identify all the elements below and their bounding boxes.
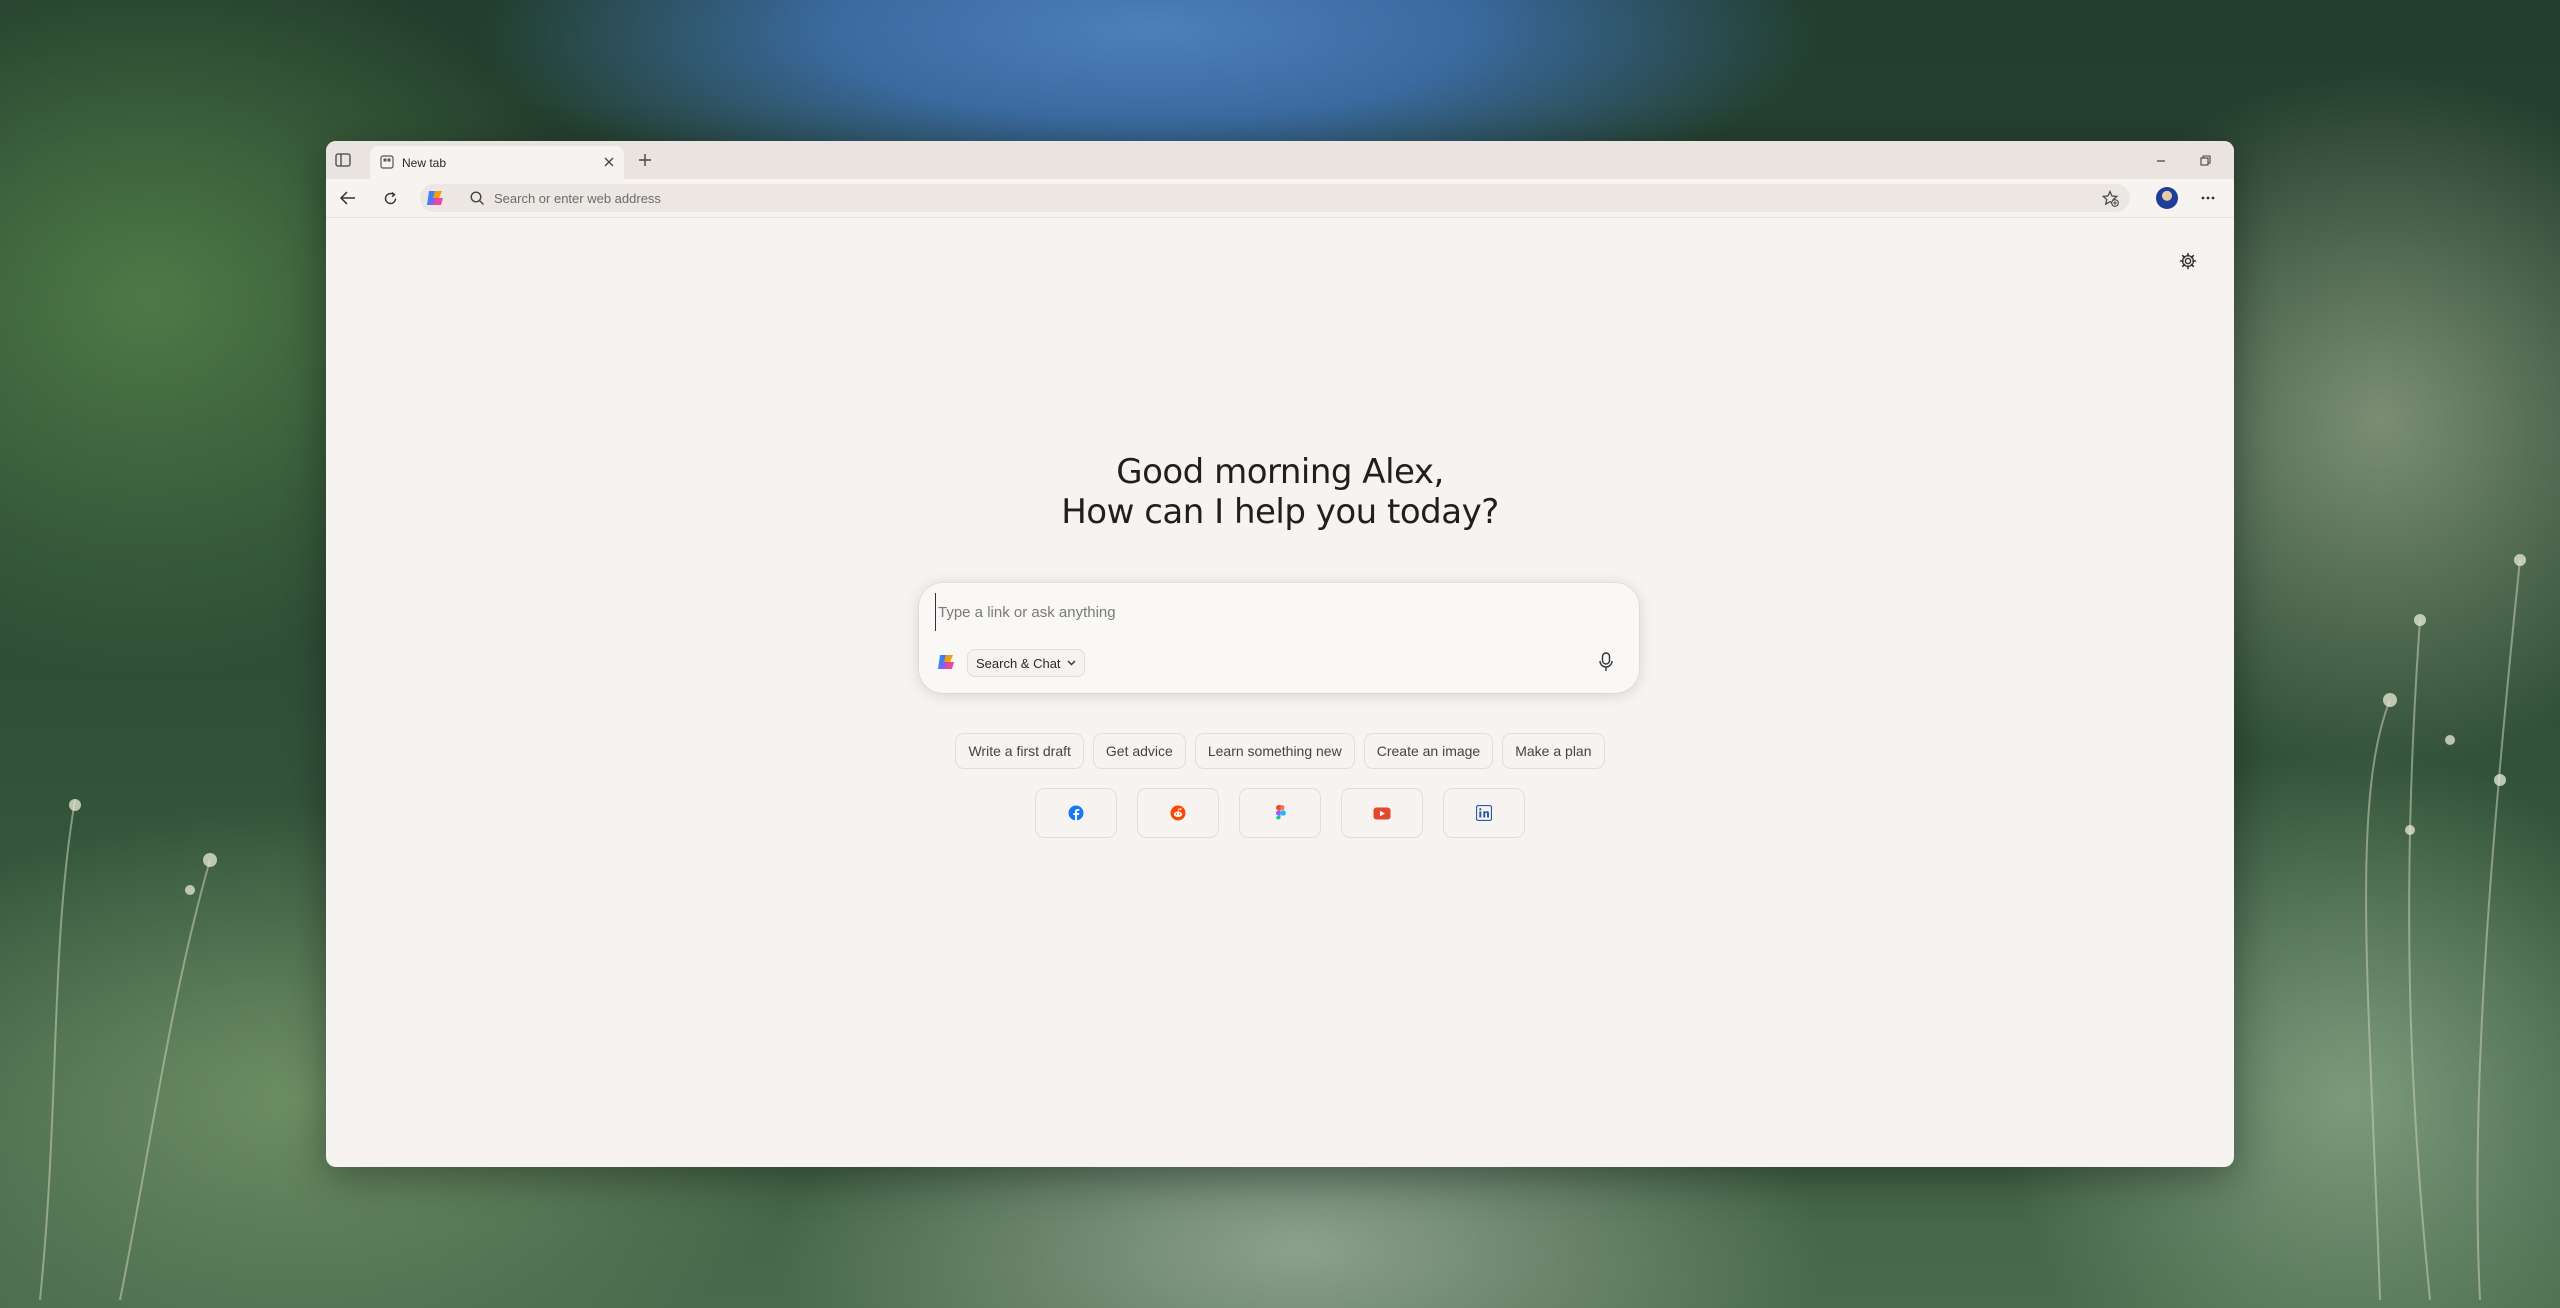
settings-button[interactable]	[2177, 250, 2199, 272]
shortcut-reddit[interactable]	[1137, 788, 1219, 838]
chip-get-advice[interactable]: Get advice	[1092, 733, 1186, 769]
add-favorite-button[interactable]	[2100, 188, 2120, 208]
address-bar[interactable]: Search or enter web address	[420, 184, 2130, 212]
refresh-button[interactable]	[380, 188, 400, 208]
star-add-icon	[2101, 189, 2119, 207]
copilot-icon	[427, 191, 443, 205]
copilot-logo	[935, 651, 957, 673]
address-placeholder: Search or enter web address	[494, 191, 661, 206]
mode-dropdown[interactable]: Search & Chat	[967, 649, 1085, 677]
new-tab-button[interactable]	[636, 151, 654, 169]
restore-icon	[2199, 154, 2211, 166]
restore-button[interactable]	[2196, 151, 2214, 169]
toolbar: Search or enter web address	[326, 179, 2234, 218]
tab-title: New tab	[402, 156, 447, 170]
plus-icon	[639, 154, 651, 166]
copilot-button[interactable]	[423, 186, 447, 210]
shortcut-figma[interactable]	[1239, 788, 1321, 838]
shortcut-tiles	[326, 788, 2234, 838]
chip-make-a-plan[interactable]: Make a plan	[1502, 733, 1605, 769]
close-tab-button[interactable]	[602, 155, 616, 169]
copilot-icon	[938, 655, 954, 669]
microphone-icon	[1599, 652, 1613, 671]
refresh-icon	[384, 191, 396, 204]
more-icon	[2201, 196, 2215, 200]
sidebar-icon	[335, 153, 351, 167]
shortcut-youtube[interactable]	[1341, 788, 1423, 838]
arrow-left-icon	[340, 191, 355, 205]
chip-create-an-image[interactable]: Create an image	[1363, 733, 1494, 769]
reddit-icon	[1170, 805, 1186, 821]
mode-label: Search & Chat	[976, 655, 1061, 671]
youtube-icon	[1373, 807, 1391, 819]
suggestion-chips: Write a first draft Get advice Learn som…	[326, 733, 2234, 769]
tab-new-tab[interactable]: New tab	[370, 146, 624, 179]
shortcut-facebook[interactable]	[1035, 788, 1117, 838]
minimize-button[interactable]	[2152, 151, 2170, 169]
chat-composer: Search & Chat	[919, 583, 1639, 693]
browser-window: New tab Search or enter web address Good…	[326, 141, 2234, 1167]
greeting-line-2: How can I help you today?	[1061, 492, 1499, 532]
facebook-icon	[1068, 805, 1084, 821]
voice-input-button[interactable]	[1595, 651, 1617, 673]
profile-avatar[interactable]	[2156, 187, 2178, 209]
gear-icon	[2179, 252, 2197, 270]
figma-icon	[1275, 805, 1286, 820]
search-icon	[470, 191, 484, 205]
back-button[interactable]	[338, 188, 358, 208]
chevron-down-icon	[1067, 660, 1076, 666]
chip-write-a-first-draft[interactable]: Write a first draft	[955, 733, 1084, 769]
sidebar-toggle-button[interactable]	[334, 151, 352, 169]
shortcut-linkedin[interactable]	[1443, 788, 1525, 838]
linkedin-icon	[1476, 805, 1492, 821]
greeting-line-1: Good morning Alex,	[1116, 452, 1444, 492]
chat-input[interactable]	[935, 593, 1620, 631]
tab-strip: New tab	[326, 141, 2234, 179]
chip-learn-something-new[interactable]: Learn something new	[1194, 733, 1355, 769]
new-tab-page-icon	[380, 155, 394, 169]
minimize-icon	[2157, 160, 2165, 162]
close-icon	[604, 157, 614, 167]
more-button[interactable]	[2198, 188, 2218, 208]
